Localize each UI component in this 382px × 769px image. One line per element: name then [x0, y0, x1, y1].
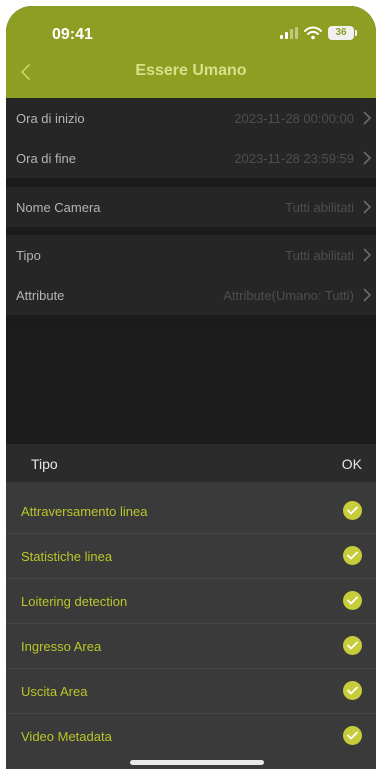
checkmark-icon: [343, 591, 362, 610]
status-time: 09:41: [52, 26, 93, 43]
filter-value: Attribute(Umano: Tutti): [223, 287, 354, 303]
signal-icon: [280, 27, 298, 39]
dim-overlay[interactable]: [6, 326, 376, 444]
option-label: Video Metadata: [21, 729, 112, 744]
filter-value: Tutti abilitati: [285, 199, 354, 215]
sheet-header: Tipo OK: [6, 444, 376, 482]
camera-filter-group: Nome Camera Tutti abilitati: [6, 187, 376, 227]
chevron-right-icon: [363, 248, 372, 262]
option-row-loitering[interactable]: Loitering detection: [6, 579, 376, 624]
wifi-icon: [304, 26, 322, 40]
filter-row-type[interactable]: Tipo Tutti abilitati: [6, 235, 376, 275]
type-filter-group: Tipo Tutti abilitati Attribute Attribute…: [6, 235, 376, 315]
filter-value: 2023-11-28 23:59:59: [234, 150, 354, 166]
chevron-right-icon: [363, 288, 372, 302]
battery-icon: 36: [328, 26, 357, 40]
phone-screen: 09:41 36 Essere Umano Ora di inizio 2023…: [6, 6, 376, 769]
option-label: Attraversamento linea: [21, 504, 148, 519]
filter-row-start-time[interactable]: Ora di inizio 2023-11-28 00:00:00: [6, 98, 376, 138]
checkmark-icon: [343, 681, 362, 700]
chevron-right-icon: [363, 151, 372, 165]
option-row-video-metadata[interactable]: Video Metadata: [6, 714, 376, 758]
checkmark-icon: [343, 546, 362, 565]
page-title: Essere Umano: [135, 62, 247, 79]
checkmark-icon: [343, 501, 362, 520]
option-label: Uscita Area: [21, 684, 88, 699]
option-row-area-exit[interactable]: Uscita Area: [6, 669, 376, 714]
home-indicator: [130, 760, 264, 765]
filter-value: 2023-11-28 00:00:00: [234, 110, 354, 126]
app-header: 09:41 36 Essere Umano: [6, 6, 376, 98]
filter-row-attribute[interactable]: Attribute Attribute(Umano: Tutti): [6, 275, 376, 315]
checkmark-icon: [343, 726, 362, 745]
filter-label: Ora di inizio: [16, 110, 85, 126]
option-label: Ingresso Area: [21, 639, 102, 654]
filter-label: Ora di fine: [16, 150, 76, 166]
chevron-right-icon: [363, 200, 372, 214]
filter-row-end-time[interactable]: Ora di fine 2023-11-28 23:59:59: [6, 138, 376, 178]
filter-label: Tipo: [16, 247, 41, 263]
filter-label: Nome Camera: [16, 199, 101, 215]
chevron-right-icon: [363, 111, 372, 125]
filter-value: Tutti abilitati: [285, 247, 354, 263]
sheet-title: Tipo: [31, 456, 58, 472]
time-filter-group: Ora di inizio 2023-11-28 00:00:00 Ora di…: [6, 98, 376, 178]
option-row-line-statistics[interactable]: Statistiche linea: [6, 534, 376, 579]
filter-row-camera[interactable]: Nome Camera Tutti abilitati: [6, 187, 376, 227]
option-label: Statistiche linea: [21, 549, 113, 564]
option-row-line-crossing[interactable]: Attraversamento linea: [6, 489, 376, 534]
status-icons: 36: [280, 26, 357, 40]
option-row-area-entry[interactable]: Ingresso Area: [6, 624, 376, 669]
type-picker-sheet: Tipo OK Attraversamento linea Statistich…: [6, 444, 376, 769]
ok-button[interactable]: OK: [342, 456, 362, 472]
filter-label: Attribute: [16, 287, 65, 303]
checkmark-icon: [343, 636, 362, 655]
option-label: Loitering detection: [21, 594, 128, 609]
